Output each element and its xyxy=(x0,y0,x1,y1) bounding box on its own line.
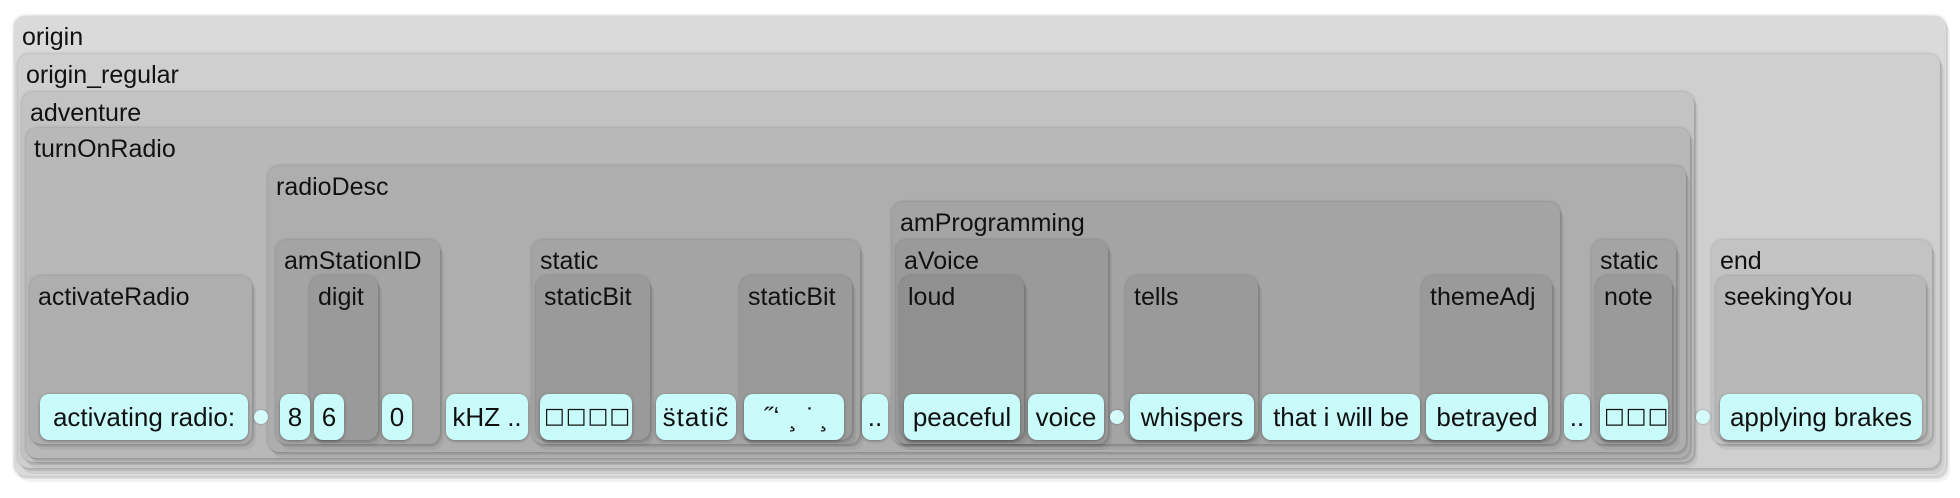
separator-dot xyxy=(1696,410,1710,424)
leaf-khz: kHZ .. xyxy=(446,394,528,440)
leaf-digit-6: 6 xyxy=(314,394,344,440)
node-radiodesc-label: radioDesc xyxy=(276,173,389,201)
node-seekingyou-label: seekingYou xyxy=(1724,283,1853,311)
separator-dot xyxy=(1110,410,1124,424)
node-digit-label: digit xyxy=(318,283,364,311)
node-avoice-label: aVoice xyxy=(904,247,980,275)
leaf-dots-2: .. xyxy=(1564,394,1590,440)
node-amprogramming-label: amProgramming xyxy=(900,209,1085,237)
leaf-static-glitch: s̈tatic̃ xyxy=(656,394,736,440)
leaf-static-noise: ˝ʻ ¸ ˙ ̧ xyxy=(744,394,844,440)
node-activateradio-label: activateRadio xyxy=(38,283,190,311)
node-turnonradio-label: turnOnRadio xyxy=(34,135,176,163)
leaf-betrayed: betrayed xyxy=(1426,394,1548,440)
leaf-voice: voice xyxy=(1028,394,1104,440)
node-loud-label: loud xyxy=(908,283,956,311)
node-tells-label: tells xyxy=(1134,283,1179,311)
leaf-that-i-will-be: that i will be xyxy=(1262,394,1420,440)
node-amstationid-label: amStationID xyxy=(284,247,422,275)
leaf-digit-8: 8 xyxy=(280,394,310,440)
node-themeadj-label: themeAdj xyxy=(1430,283,1536,311)
node-static-2-label: static xyxy=(1600,247,1659,275)
leaf-static-boxes: □□□□ xyxy=(540,394,632,440)
node-origin-regular-label: origin_regular xyxy=(26,61,179,89)
node-adventure-label: adventure xyxy=(30,99,142,127)
leaf-applying-brakes: applying brakes xyxy=(1720,394,1922,440)
node-note-label: note xyxy=(1604,283,1653,311)
node-staticbit-1-label: staticBit xyxy=(544,283,632,311)
leaf-peaceful: peaceful xyxy=(904,394,1020,440)
separator-dot xyxy=(254,410,268,424)
leaf-digit-0: 0 xyxy=(382,394,412,440)
leaf-activating-radio: activating radio: xyxy=(40,394,248,440)
leaf-note-boxes: □□□ xyxy=(1600,394,1668,440)
node-origin-label: origin xyxy=(22,23,84,51)
leaf-dots-1: .. xyxy=(862,394,888,440)
node-static-label: static xyxy=(540,247,599,275)
node-end-label: end xyxy=(1720,247,1762,275)
leaf-whispers: whispers xyxy=(1130,394,1254,440)
node-staticbit-2-label: staticBit xyxy=(748,283,836,311)
